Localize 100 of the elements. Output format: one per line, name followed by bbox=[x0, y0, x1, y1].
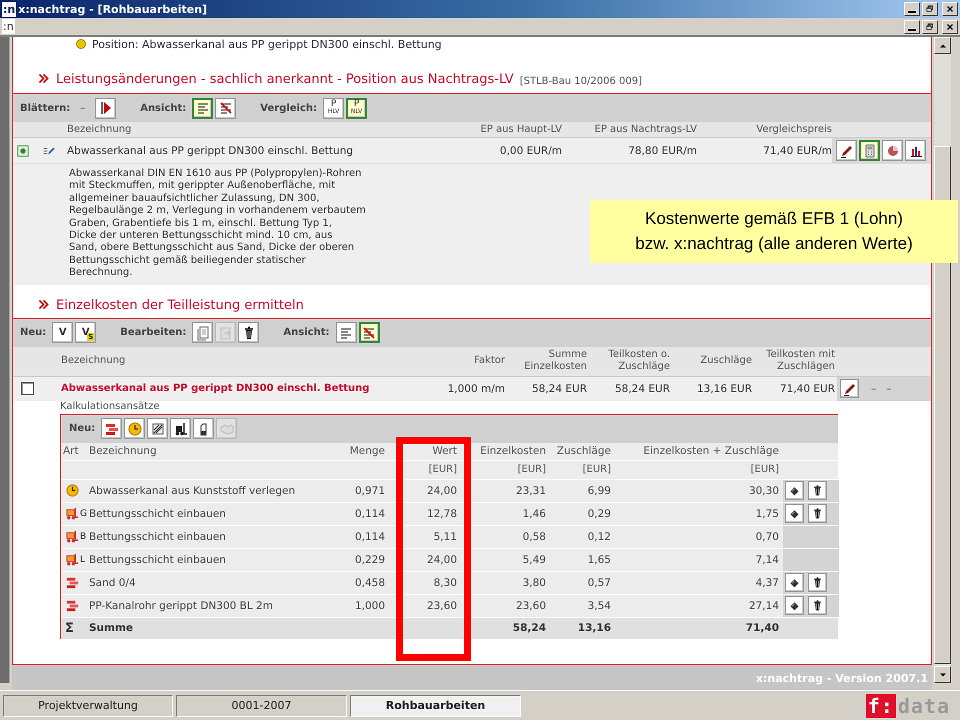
section-title: Einzelkosten der Teilleistung ermitteln bbox=[56, 298, 304, 313]
table-cell-text: Bettungsschicht einbauen bbox=[88, 508, 227, 520]
table-cell-text: 1,000 m/m bbox=[446, 382, 506, 395]
column-header: Vergleichspreis bbox=[755, 124, 832, 135]
column-header: EP aus Nachtrags-LV bbox=[594, 124, 697, 135]
table-cell-text: 13,16 bbox=[576, 622, 612, 634]
delete-button[interactable] bbox=[238, 322, 260, 344]
toolbar-label: Neu: bbox=[69, 423, 96, 434]
unit-label: [EUR] bbox=[582, 464, 612, 476]
view-button[interactable] bbox=[215, 98, 236, 118]
toolbar-label: Blättern: bbox=[20, 102, 70, 114]
restore-button[interactable] bbox=[922, 20, 938, 34]
document-tab[interactable]: Rohbauarbeiten bbox=[350, 694, 521, 716]
delete-button[interactable] bbox=[808, 573, 827, 592]
close-button[interactable] bbox=[942, 20, 958, 34]
edit-button[interactable] bbox=[785, 504, 804, 524]
machine-icon bbox=[65, 506, 80, 522]
document-tab[interactable]: 0001-2007 bbox=[176, 694, 347, 716]
minimize-button[interactable] bbox=[904, 2, 920, 16]
scroll-up-button[interactable] bbox=[934, 37, 951, 54]
bullet-icon bbox=[75, 38, 87, 50]
toolbar-label: Vergleich: bbox=[260, 102, 318, 114]
tools-icon bbox=[150, 420, 166, 437]
table-cell-text: 23,60 bbox=[514, 600, 547, 612]
toolbar-label: Neu: bbox=[20, 327, 46, 338]
restore-icon bbox=[925, 4, 935, 14]
new-item-button[interactable]: V bbox=[52, 322, 74, 344]
window-title: x:nachtrag - [Rohbauarbeiten] bbox=[18, 2, 208, 16]
column-header: Menge bbox=[348, 445, 386, 458]
clock-icon bbox=[126, 420, 143, 437]
new-entry-button[interactable] bbox=[170, 418, 192, 440]
restore-icon bbox=[925, 22, 935, 32]
table-cell-text: 12,78 bbox=[426, 508, 458, 520]
edit-button[interactable] bbox=[836, 140, 857, 161]
table-cell-text: 24,00 bbox=[426, 554, 458, 566]
view-button[interactable] bbox=[192, 98, 214, 118]
position-text: Position: Abwasserkanal aus PP gerippt DN300 einschl. Bettung bbox=[92, 38, 442, 50]
catalog-reference: [STLB-Bau 10/2006 009] bbox=[520, 76, 642, 87]
view-button[interactable] bbox=[336, 322, 356, 344]
table-cell-text: 1,65 bbox=[586, 554, 612, 566]
table-cell-text: 1,75 bbox=[754, 508, 780, 520]
double-chevron-icon bbox=[37, 72, 50, 85]
toolbar-label: Ansicht: bbox=[140, 102, 186, 114]
calculator-button[interactable] bbox=[859, 140, 880, 161]
minimize-button[interactable] bbox=[904, 20, 920, 34]
column-header: Art bbox=[62, 445, 80, 458]
sum-symbol: Σ bbox=[64, 620, 75, 636]
bar-chart-button[interactable] bbox=[905, 140, 926, 161]
unit-label: [EUR] bbox=[750, 464, 780, 476]
table-cell-text: 0,00 EUR/m bbox=[498, 144, 562, 156]
table-cell-text: 71,40 EUR bbox=[778, 382, 836, 395]
status-icon bbox=[16, 144, 30, 158]
edit-button[interactable] bbox=[840, 379, 859, 398]
delete-button[interactable] bbox=[808, 481, 827, 500]
new-entry-button[interactable] bbox=[147, 418, 168, 440]
table-cell-text: 23,31 bbox=[514, 484, 547, 497]
table-cell-text: 4,37 bbox=[754, 576, 780, 589]
table-cell-text: 0,29 bbox=[586, 508, 612, 520]
restore-button[interactable] bbox=[922, 2, 938, 16]
close-icon bbox=[945, 22, 955, 32]
double-chevron-icon bbox=[37, 298, 50, 311]
column-header: Bezeichnung bbox=[88, 445, 158, 458]
toolbar-label: Bearbeiten: bbox=[120, 327, 186, 338]
table-cell-text: 7,14 bbox=[754, 554, 780, 566]
table-cell-text: 58,24 EUR bbox=[530, 382, 588, 395]
logo-text: data bbox=[898, 694, 950, 718]
table-cell-text: 0,458 bbox=[354, 576, 386, 589]
device-code: L bbox=[80, 554, 86, 565]
table-cell-text: Bettungsschicht einbauen bbox=[88, 530, 227, 543]
delete-button[interactable] bbox=[808, 504, 827, 524]
table-cell-text: 78,80 EUR/m bbox=[627, 144, 697, 156]
table-cell-text: 58,24 EUR bbox=[614, 382, 671, 395]
crossed-lines-icon bbox=[218, 100, 234, 116]
close-button[interactable] bbox=[942, 2, 958, 16]
document-tab[interactable]: Projektverwaltung bbox=[3, 694, 173, 716]
next-page-button[interactable] bbox=[95, 98, 116, 118]
edit-button[interactable] bbox=[785, 573, 804, 592]
app-logo: :n bbox=[2, 19, 15, 34]
column-header: EP aus Haupt-LV bbox=[479, 124, 562, 135]
edit-button[interactable] bbox=[785, 481, 804, 500]
table-cell-text: 5,49 bbox=[522, 554, 547, 566]
machine-icon bbox=[65, 529, 80, 544]
delete-button[interactable] bbox=[808, 596, 827, 616]
table-cell-text: 71,40 bbox=[744, 622, 780, 634]
new-entry-button[interactable] bbox=[193, 418, 214, 440]
table-cell-text: 0,70 bbox=[754, 530, 780, 543]
table-cell-text: Summe bbox=[88, 622, 134, 634]
checkbox[interactable] bbox=[21, 382, 34, 396]
pie-chart-button[interactable] bbox=[882, 140, 903, 161]
document-button[interactable] bbox=[192, 322, 214, 344]
table-cell-text: 3,80 bbox=[522, 576, 547, 589]
app-logo: :n bbox=[2, 2, 16, 16]
scroll-down-button[interactable] bbox=[934, 666, 951, 683]
previous-page-indicator: – bbox=[80, 102, 86, 114]
bricks-icon bbox=[65, 598, 80, 614]
close-icon bbox=[945, 4, 955, 14]
subsection-label: Kalkulationsansätze bbox=[59, 400, 160, 412]
edit-button[interactable] bbox=[785, 596, 804, 616]
view-button[interactable] bbox=[358, 322, 380, 344]
table-cell-text: 0,114 bbox=[354, 530, 386, 543]
